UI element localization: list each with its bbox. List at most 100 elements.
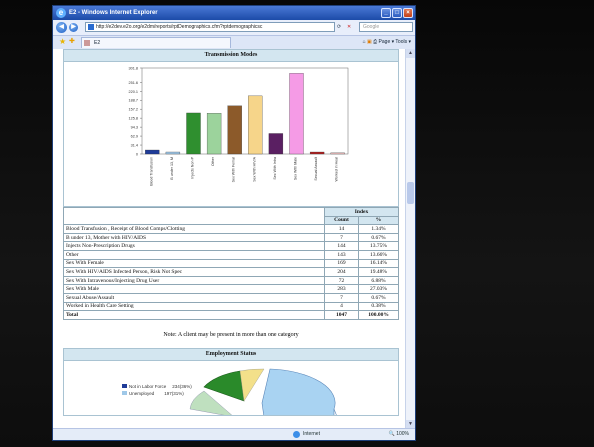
browser-window: e E2 - Windows Internet Explorer _ □ × ◀…: [52, 5, 416, 441]
table-row: Worked in Health Care Setting 4 0.38%: [63, 301, 399, 312]
search-input[interactable]: Google: [359, 22, 413, 32]
address-bar-row: ◀ ▶ http://e2dev.e2o.org/e2dm/reports/rp…: [53, 20, 415, 36]
row-count: 283: [324, 284, 359, 294]
pie-slice-light-blue: [261, 368, 336, 418]
y-tick-label: 301.8: [128, 67, 138, 71]
add-favorites-icon[interactable]: ✚: [69, 37, 75, 45]
row-percent: 16.14%: [358, 258, 399, 269]
stop-icon[interactable]: ✕: [347, 22, 351, 32]
zone-label: Internet: [303, 431, 320, 437]
row-label: Sex With Intravenous/Injecting Drug User: [63, 275, 325, 286]
x-tick-label: Sex With HIV/A: [252, 156, 256, 181]
maximize-button[interactable]: □: [392, 8, 402, 18]
row-percent: 0.67%: [358, 232, 399, 243]
y-tick-label: 0: [136, 153, 138, 157]
transmission-table: Index Count % Blood Transfusion , Receip…: [63, 206, 399, 320]
transmission-modes-header: Transmission Modes: [63, 49, 399, 62]
scroll-up-icon[interactable]: ▲: [406, 49, 415, 58]
total-row: Total 1047 100.00%: [63, 310, 399, 320]
percent-header: %: [358, 215, 399, 226]
tab-e2[interactable]: E2: [81, 37, 231, 48]
count-header: Count: [324, 215, 359, 226]
bar: [165, 151, 181, 155]
y-tick-label: 220.1: [128, 90, 138, 94]
table-row: Other 143 13.66%: [63, 249, 399, 260]
row-label: Sex With HIV/AIDS Infected Person, Risk …: [63, 267, 325, 277]
bar: [186, 112, 201, 155]
table-row: Sex With Intravenous/Injecting Drug User…: [63, 275, 399, 286]
favorites-star-icon[interactable]: ★: [59, 37, 66, 46]
row-count: 204: [324, 267, 359, 277]
page-tools-menu[interactable]: Page ▾ Tools ▾: [379, 39, 411, 45]
bar: [309, 151, 325, 155]
row-count: 144: [324, 241, 359, 251]
row-label: B under 13, Mother with HIV/AIDS: [63, 232, 325, 243]
scroll-thumb[interactable]: [407, 182, 414, 204]
close-button[interactable]: ×: [403, 8, 413, 18]
row-percent: 13.66%: [358, 249, 399, 260]
y-tick-label: 188.7: [128, 99, 138, 103]
internet-zone: Internet: [293, 430, 320, 439]
table-row: Sex With Male 283 27.03%: [63, 284, 399, 294]
total-count: 1047: [324, 310, 359, 320]
total-percent: 100.00%: [358, 310, 399, 320]
row-label: Sexual Abuse/Assault: [63, 292, 325, 303]
x-tick-label: Sex With Femal: [232, 157, 236, 183]
x-tick-label: Other: [211, 156, 215, 166]
total-label: Total: [63, 310, 325, 320]
zoom-icon: 🔍: [388, 431, 395, 437]
bar: [268, 133, 284, 155]
bar: [206, 113, 222, 155]
row-count: 169: [324, 258, 359, 269]
tab-label: E2: [94, 40, 101, 46]
feeds-icon[interactable]: ▣: [367, 39, 372, 45]
transmission-bar-chart: 0 31.4 62.9 94.3 125.8 157.2 188.7 220.1 251.6 30…: [128, 67, 349, 186]
x-tick-label: Sex With Intra: [273, 157, 277, 180]
row-count: 4: [324, 301, 359, 312]
address-field[interactable]: http://e2dev.e2o.org/e2dm/reports/rptDem…: [85, 22, 335, 32]
employment-status-header: Employment Status: [63, 347, 399, 361]
bar: [227, 105, 242, 155]
back-button[interactable]: ◀: [56, 22, 67, 33]
transmission-chart: 0 31.4 62.9 94.3 125.8 157.2 188.7 220.1 251.6 30…: [63, 62, 399, 207]
row-percent: 13.75%: [358, 241, 399, 251]
minimize-button[interactable]: _: [381, 8, 391, 18]
row-label: Sex With Male: [63, 284, 325, 294]
x-tick-label: B under 13, M: [170, 157, 174, 180]
category-note: Note: A client may be present in more th…: [163, 331, 299, 338]
table-row: Sexual Abuse/Assault 7 0.67%: [63, 292, 399, 303]
bar: [145, 149, 160, 155]
home-icon[interactable]: ⌂: [363, 39, 366, 45]
page-icon: [88, 24, 94, 30]
y-tick-label: 62.9: [131, 135, 138, 139]
status-bar: Internet 🔍 100%: [53, 428, 415, 440]
zoom-level[interactable]: 🔍 100%: [389, 430, 409, 439]
row-count: 143: [324, 249, 359, 260]
y-tick-label: 94.3: [131, 126, 138, 130]
command-bar: ⌂ ▣ ⎙ Page ▾ Tools ▾: [363, 37, 411, 48]
table-row: Blood Transfusion , Receipt of Blood Com…: [63, 224, 399, 234]
x-tick-label: Sexual Assault: [314, 157, 318, 181]
row-count: 7: [324, 232, 359, 243]
y-tick-label: 251.6: [128, 81, 138, 85]
row-label: Blood Transfusion , Receipt of Blood Com…: [63, 224, 325, 234]
table-row: Injects Non-Prescription Drugs 144 13.75%: [63, 241, 399, 251]
row-percent: 19.48%: [358, 267, 399, 277]
index-header: Index: [324, 207, 399, 217]
address-text: http://e2dev.e2o.org/e2dm/reports/rptDem…: [96, 24, 263, 30]
search-placeholder: Google: [363, 24, 380, 30]
row-label: Worked in Health Care Setting: [63, 301, 325, 312]
forward-button[interactable]: ▶: [69, 23, 78, 32]
row-count: 7: [324, 292, 359, 303]
refresh-icon[interactable]: ⟳: [337, 22, 341, 32]
vertical-scrollbar[interactable]: ▲ ▼: [405, 49, 415, 429]
print-icon[interactable]: ⎙: [373, 39, 377, 45]
y-tick-label: 157.2: [128, 108, 138, 112]
legend-item-unemployed: Unemployed 197(31%): [122, 390, 192, 397]
pie-slice-yellow: [239, 368, 265, 402]
bar: [248, 95, 263, 155]
x-tick-label: Sex With Male: [294, 157, 298, 180]
bar: [289, 73, 304, 155]
row-label: Sex With Female: [63, 258, 325, 269]
table-row: Sex With HIV/AIDS Infected Person, Risk …: [63, 267, 399, 277]
